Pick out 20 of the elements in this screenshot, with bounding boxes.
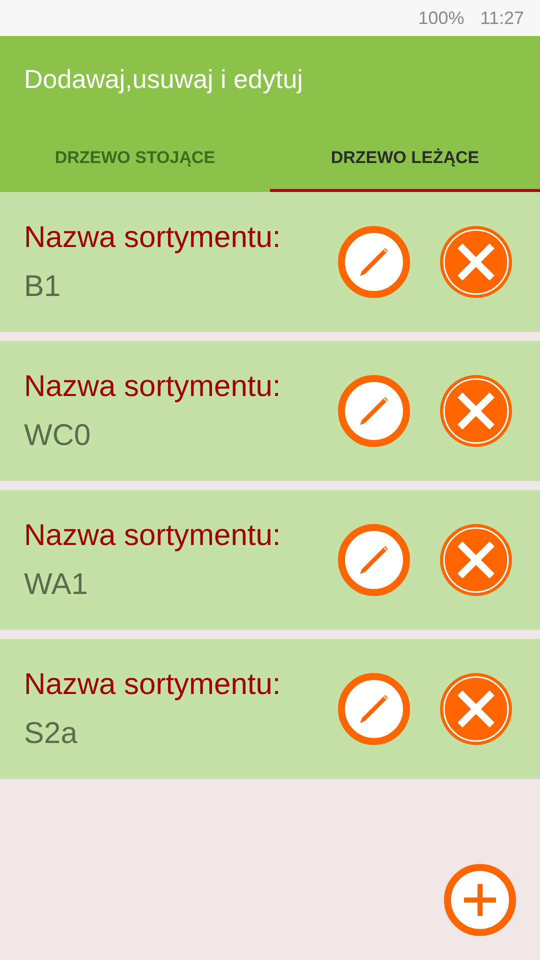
- item-value: S2a: [24, 716, 78, 752]
- pencil-icon: [357, 394, 391, 428]
- item-value: B1: [24, 269, 62, 305]
- item-label: Nazwa sortymentu:: [24, 369, 282, 405]
- close-icon: [442, 526, 510, 594]
- close-icon: [442, 377, 510, 445]
- item-value: WA1: [24, 567, 89, 603]
- pencil-icon: [357, 692, 391, 726]
- pencil-icon: [357, 543, 391, 577]
- pencil-icon: [357, 245, 391, 279]
- item-label: Nazwa sortymentu:: [24, 667, 282, 703]
- item-label: Nazwa sortymentu:: [24, 518, 282, 554]
- item-value: WC0: [24, 418, 92, 454]
- item-label: Nazwa sortymentu:: [24, 220, 282, 256]
- app-title: Dodawaj,usuwaj i edytuj: [24, 62, 303, 96]
- battery-percentage: 100%: [418, 6, 464, 30]
- close-icon: [442, 228, 510, 296]
- plus-icon: [463, 883, 497, 917]
- close-icon: [442, 675, 510, 743]
- status-time: 11:27: [480, 6, 524, 30]
